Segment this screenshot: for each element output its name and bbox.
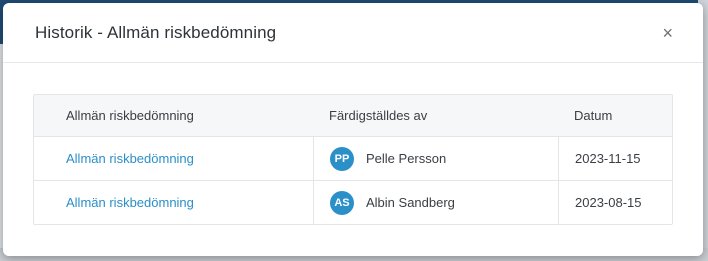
history-table: Allmän riskbedömning Färdigställdes av D… xyxy=(33,94,673,225)
assessment-link[interactable]: Allmän riskbedömning xyxy=(66,195,194,210)
history-dialog: Historik - Allmän riskbedömning × Allmän… xyxy=(3,3,703,256)
avatar: AS xyxy=(330,190,354,215)
column-header-date: Datum xyxy=(574,108,613,123)
assessment-cell: Allmän riskbedömning xyxy=(34,181,313,224)
completed-by-cell: AS Albin Sandberg xyxy=(313,181,558,224)
assessment-link[interactable]: Allmän riskbedömning xyxy=(66,151,194,166)
user-name: Albin Sandberg xyxy=(366,195,455,210)
dialog-header: Historik - Allmän riskbedömning × xyxy=(3,3,703,63)
assessment-cell: Allmän riskbedömning xyxy=(34,137,313,180)
dialog-title: Historik - Allmän riskbedömning xyxy=(35,22,277,42)
user-name: Pelle Persson xyxy=(366,151,447,166)
column-header-assessment: Allmän riskbedömning xyxy=(66,108,194,123)
column-header-completed-by: Färdigställdes av xyxy=(329,108,428,123)
completed-by-cell: PP Pelle Persson xyxy=(313,137,558,180)
table-row: Allmän riskbedömning AS Albin Sandberg 2… xyxy=(34,180,672,224)
table-row: Allmän riskbedömning PP Pelle Persson 20… xyxy=(34,136,672,180)
close-icon[interactable]: × xyxy=(662,24,673,42)
date-cell: 2023-08-15 xyxy=(558,181,672,224)
avatar: PP xyxy=(330,146,354,171)
table-header-row: Allmän riskbedömning Färdigställdes av D… xyxy=(34,95,672,136)
date-cell: 2023-11-15 xyxy=(558,137,672,180)
